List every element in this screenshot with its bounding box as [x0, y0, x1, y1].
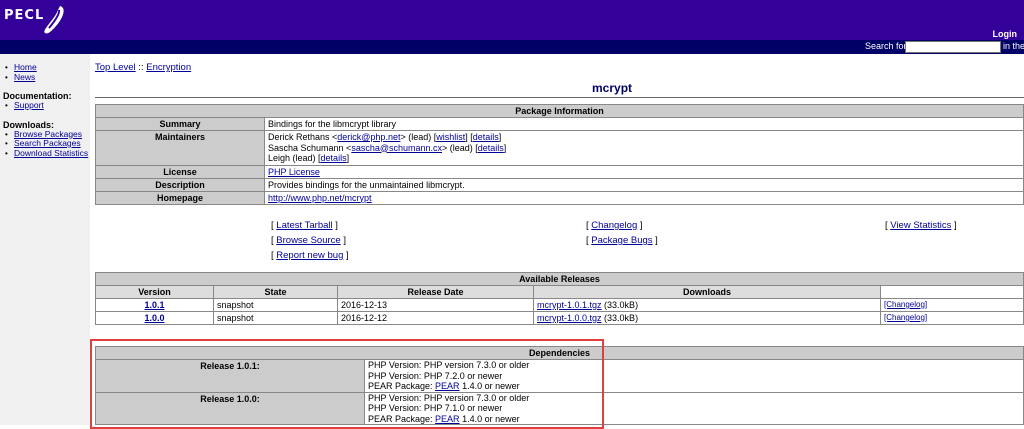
home-link[interactable]: Home	[14, 62, 37, 72]
maintainer-row: Sascha Schumann <sascha@schumann.cx> (le…	[268, 142, 507, 153]
view-statistics-link[interactable]: View Statistics	[890, 220, 951, 231]
pecl-logo[interactable]: PECL	[4, 4, 68, 36]
release-state: snapshot	[213, 298, 338, 312]
action-links-right: [ View Statistics ]	[885, 220, 957, 231]
sidebar: Home News Documentation: Support Downloa…	[0, 54, 90, 425]
release-date: 2016-12-12	[337, 311, 534, 325]
license-link[interactable]: PHP License	[268, 167, 320, 177]
breadcrumb-separator: ::	[135, 62, 147, 73]
breadcrumb-encryption[interactable]: Encryption	[146, 62, 191, 73]
changelog-link[interactable]: Changelog	[591, 220, 637, 231]
search-packages-link[interactable]: Search Packages	[14, 138, 81, 148]
wishlist-link[interactable]: wishlist	[436, 132, 465, 142]
column-version: Version	[95, 285, 214, 299]
maintainer-email-link[interactable]: sascha@schumann.cx	[351, 143, 442, 153]
release-version-link[interactable]: 1.0.1	[144, 300, 164, 310]
summary-value: Bindings for the libmcrypt library	[264, 117, 1024, 131]
description-value: Provides bindings for the unmaintained l…	[264, 177, 1024, 192]
download-link[interactable]: mcrypt-1.0.0.tgz	[537, 313, 602, 323]
release-date: 2016-12-13	[337, 298, 534, 312]
license-label: License	[95, 164, 265, 179]
release-changelog-link[interactable]: [Changelog]	[884, 300, 927, 309]
download-size: (33.0kB)	[604, 313, 639, 323]
table-row: 1.0.1 snapshot 2016-12-13 mcrypt-1.0.1.t…	[95, 298, 1024, 312]
column-state: State	[213, 285, 338, 299]
maintainers-value: Derick Rethans <derick@php.net> (lead) […	[264, 130, 1024, 166]
logo-swoosh-icon	[44, 6, 64, 34]
releases-heading: Available Releases	[95, 272, 1024, 286]
sidebar-item-news: News	[0, 72, 90, 83]
description-label: Description	[95, 177, 265, 192]
browse-source-link[interactable]: Browse Source	[276, 235, 340, 246]
column-downloads: Downloads	[533, 285, 881, 299]
package-info-heading: Package Information	[95, 104, 1024, 118]
page-title: mcrypt	[592, 81, 633, 95]
maintainer-row: Leigh (lead) [details]	[268, 153, 350, 163]
login-link[interactable]: Login	[993, 29, 1018, 39]
search-input[interactable]	[905, 41, 1001, 53]
search-scope-label: in the	[1003, 41, 1024, 51]
top-bar: PECL Login	[0, 0, 1024, 40]
download-size: (33.0kB)	[604, 300, 639, 310]
sidebar-item-support: Support	[0, 100, 90, 111]
details-link[interactable]: details	[473, 132, 499, 142]
release-changelog-link[interactable]: [Changelog]	[884, 313, 927, 322]
action-links-middle: [ Changelog ] [ Package Bugs ]	[586, 220, 658, 246]
details-link[interactable]: details	[478, 143, 504, 153]
logo-text: PECL	[4, 8, 45, 23]
latest-tarball-link[interactable]: Latest Tarball	[276, 220, 332, 231]
homepage-label: Homepage	[95, 190, 265, 205]
maintainer-row: Derick Rethans <derick@php.net> (lead) […	[268, 132, 502, 142]
search-label: Search for	[865, 41, 907, 51]
breadcrumb: Top Level :: Encryption	[95, 62, 191, 73]
release-state: snapshot	[213, 311, 338, 325]
release-version-link[interactable]: 1.0.0	[144, 313, 164, 323]
releases-table: Available Releases Version State Release…	[95, 272, 1024, 325]
action-links-left: [ Latest Tarball ] [ Browse Source ] [ R…	[271, 220, 349, 261]
report-bug-link[interactable]: Report new bug	[276, 250, 343, 261]
column-release-date: Release Date	[337, 285, 534, 299]
download-link[interactable]: mcrypt-1.0.1.tgz	[537, 300, 602, 310]
package-bugs-link[interactable]: Package Bugs	[591, 235, 652, 246]
title-divider	[95, 97, 1024, 98]
homepage-link[interactable]: http://www.php.net/mcrypt	[268, 193, 372, 203]
breadcrumb-top-level[interactable]: Top Level	[95, 62, 136, 73]
news-link[interactable]: News	[14, 72, 35, 82]
maintainer-email-link[interactable]: derick@php.net	[337, 132, 400, 142]
maintainers-label: Maintainers	[95, 130, 265, 166]
download-statistics-link[interactable]: Download Statistics	[14, 148, 88, 158]
browse-packages-link[interactable]: Browse Packages	[14, 129, 82, 139]
package-info-table: Package Information Summary Bindings for…	[95, 104, 1024, 205]
table-row: 1.0.0 snapshot 2016-12-12 mcrypt-1.0.0.t…	[95, 311, 1024, 325]
search-bar: Search for in the	[0, 40, 1024, 54]
sidebar-item-download-statistics: Download Statistics	[0, 148, 90, 159]
dependencies-highlight-box	[90, 339, 604, 429]
summary-label: Summary	[95, 117, 265, 131]
support-link[interactable]: Support	[14, 100, 44, 110]
details-link[interactable]: details	[321, 153, 347, 163]
column-changelog	[880, 285, 1024, 299]
